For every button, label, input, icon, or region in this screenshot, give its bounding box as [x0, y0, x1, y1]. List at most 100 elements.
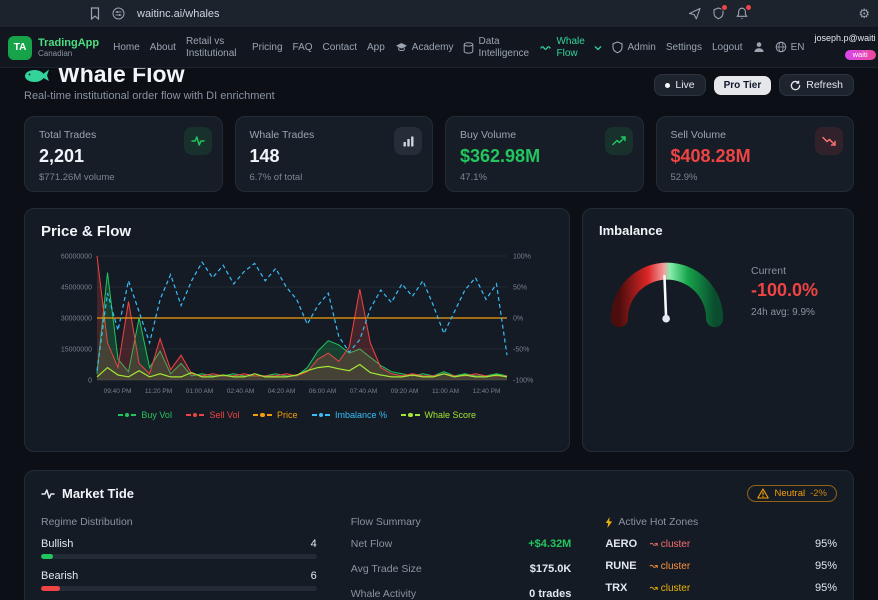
stat-card-whale-trades: Whale Trades 148 6.7% of total: [235, 116, 434, 192]
nav-academy[interactable]: Academy: [395, 42, 454, 53]
flow-summary-row: Net Flow+$4.32M: [351, 538, 572, 550]
send-icon[interactable]: [688, 7, 701, 20]
hot-zone-row[interactable]: TRX↝cluster95%: [605, 582, 837, 594]
refresh-icon: [790, 80, 801, 91]
chevron-down-icon: [594, 45, 602, 51]
imbalance-current-label: Current: [751, 265, 818, 277]
nav-home[interactable]: Home: [113, 42, 140, 53]
gauge-needle: [664, 276, 666, 319]
stat-sub: 6.7% of total: [250, 172, 419, 183]
shield-icon[interactable]: [713, 7, 724, 20]
stat-label: Buy Volume: [460, 129, 629, 141]
imbalance-panel: Imbalance Current -1: [582, 208, 854, 452]
stat-value: $408.28M: [671, 146, 840, 167]
nav-about[interactable]: About: [150, 42, 176, 53]
tune-icon[interactable]: [112, 7, 125, 20]
svg-text:100%: 100%: [513, 254, 531, 261]
nav-contact[interactable]: Contact: [323, 42, 357, 53]
activity-icon: [184, 127, 212, 155]
graduation-cap-icon: [395, 42, 408, 53]
nav-pricing[interactable]: Pricing: [252, 42, 283, 53]
page-subtitle: Real-time institutional order flow with …: [24, 90, 275, 102]
market-tide-columns: Regime Distribution Bullish4 Bearish6 Co…: [41, 516, 837, 600]
page-content: Whale Flow Real-time institutional order…: [0, 62, 878, 600]
zone-arrow-icon: ↝: [649, 561, 657, 572]
svg-text:-50%: -50%: [513, 347, 529, 354]
stat-sub: 47.1%: [460, 172, 629, 183]
legend-sell-vol[interactable]: Sell Vol: [186, 410, 240, 420]
price-flow-chart[interactable]: 015000000300000004500000060000000-100%-5…: [41, 248, 553, 408]
svg-text:11:00 AM: 11:00 AM: [432, 388, 459, 395]
hot-zones-column: Active Hot Zones AERO↝cluster95% RUNE↝cl…: [605, 516, 837, 600]
legend-imbalance-[interactable]: Imbalance %: [312, 410, 388, 420]
legend-price[interactable]: Price: [253, 410, 297, 420]
refresh-button[interactable]: Refresh: [779, 74, 854, 96]
legend-buy-vol[interactable]: Buy Vol: [118, 410, 172, 420]
page-header: Whale Flow Real-time institutional order…: [24, 62, 854, 102]
regime-heading: Regime Distribution: [41, 516, 317, 528]
hot-zone-row[interactable]: AERO↝cluster95%: [605, 538, 837, 550]
imbalance-current-value: -100.0%: [751, 280, 818, 301]
nav-logout[interactable]: Logout: [712, 42, 743, 53]
legend-whale-score[interactable]: Whale Score: [401, 410, 476, 420]
nav-whale-flow[interactable]: Whale Flow: [540, 36, 602, 60]
market-tide-title: Market Tide: [62, 486, 134, 501]
market-tide-panel: Market Tide Neutral -2% Regime Distribut…: [24, 470, 854, 600]
stats-row: Total Trades 2,201 $771.26M volume Whale…: [24, 116, 854, 192]
live-indicator[interactable]: Live: [654, 74, 705, 96]
user-menu[interactable]: joseph.p@waiti waiti: [814, 34, 875, 61]
zone-arrow-icon: ↝: [649, 539, 657, 550]
user-icon[interactable]: [753, 41, 765, 53]
activity-icon: [41, 487, 55, 501]
shield-alert-badge: [721, 4, 728, 11]
lightning-icon: [605, 517, 613, 528]
user-badge: waiti: [845, 50, 876, 60]
nav-app[interactable]: App: [367, 42, 385, 53]
svg-text:11:20 PM: 11:20 PM: [145, 388, 172, 395]
bookmark-icon[interactable]: [90, 7, 100, 20]
url-text[interactable]: waitinc.ai/whales: [137, 8, 220, 20]
svg-text:50%: 50%: [513, 285, 527, 292]
svg-text:06:00 AM: 06:00 AM: [309, 388, 336, 395]
svg-text:09:40 PM: 09:40 PM: [104, 388, 132, 395]
hot-zone-row[interactable]: RUNE↝cluster95%: [605, 560, 837, 572]
nav-faq[interactable]: FAQ: [293, 42, 313, 53]
stat-sub: 52.9%: [671, 172, 840, 183]
neutral-badge: Neutral -2%: [747, 485, 837, 502]
flow-summary-row: Whale Activity0 trades: [351, 588, 572, 600]
bell-icon[interactable]: [736, 7, 748, 20]
zone-arrow-icon: ↝: [649, 583, 657, 594]
nav-admin[interactable]: Admin: [612, 41, 655, 54]
price-flow-panel: Price & Flow 015000000300000004500000060…: [24, 208, 570, 452]
brand-name: TradingApp: [38, 37, 99, 49]
svg-text:60000000: 60000000: [61, 254, 92, 261]
svg-text:09:20 AM: 09:20 AM: [391, 388, 418, 395]
database-icon: [463, 42, 474, 54]
warning-icon: [757, 488, 769, 499]
user-email: joseph.p@waiti: [814, 34, 875, 44]
stat-card-buy-volume: Buy Volume $362.98M 47.1%: [445, 116, 644, 192]
gear-icon[interactable]: ⚙: [858, 7, 870, 20]
nav-data-intelligence[interactable]: Data Intelligence: [463, 36, 530, 60]
pro-tier-badge: Pro Tier: [714, 76, 772, 95]
flow-summary-row: Avg Trade Size$175.0K: [351, 563, 572, 575]
stat-card-total-trades: Total Trades 2,201 $771.26M volume: [24, 116, 223, 192]
stat-value: 2,201: [39, 146, 208, 167]
svg-text:0%: 0%: [513, 316, 523, 323]
nav-settings[interactable]: Settings: [666, 42, 702, 53]
brand[interactable]: TA TradingApp Canadian: [8, 36, 99, 60]
svg-text:0: 0: [88, 378, 92, 385]
svg-text:45000000: 45000000: [61, 285, 92, 292]
flow-summary-heading: Flow Summary: [351, 516, 572, 528]
nav-retail-vs-institutional[interactable]: Retail vs Institutional: [186, 36, 242, 60]
wave-icon: [540, 43, 552, 53]
regime-row-bearish: Bearish6: [41, 570, 317, 591]
globe-icon: [775, 41, 787, 53]
flow-summary-column: Flow Summary Net Flow+$4.32M Avg Trade S…: [351, 516, 572, 600]
imbalance-gauge: [599, 254, 735, 329]
stat-value: 148: [250, 146, 419, 167]
market-tide-header: Market Tide Neutral -2%: [41, 485, 837, 502]
language-selector[interactable]: EN: [775, 41, 805, 53]
svg-text:02:40 AM: 02:40 AM: [227, 388, 254, 395]
svg-text:04:20 AM: 04:20 AM: [268, 388, 295, 395]
